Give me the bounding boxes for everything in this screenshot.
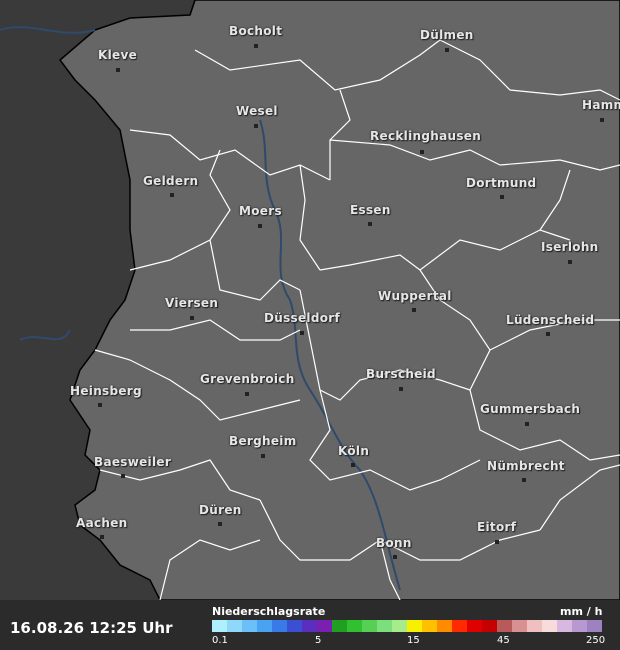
legend-swatch xyxy=(227,620,242,632)
city-marker xyxy=(190,316,194,320)
city-label: Grevenbroich xyxy=(200,372,295,386)
legend-title: Niederschlagsrate xyxy=(212,605,326,618)
legend-swatch xyxy=(317,620,332,632)
legend-swatch xyxy=(332,620,347,632)
city-label: Aachen xyxy=(76,516,128,530)
legend-swatch xyxy=(557,620,572,632)
legend-swatch xyxy=(347,620,362,632)
city-label: Heinsberg xyxy=(70,384,142,398)
legend-swatch xyxy=(392,620,407,632)
legend-swatch xyxy=(542,620,557,632)
city-label: Düsseldorf xyxy=(264,311,341,325)
city-label: Geldern xyxy=(143,174,199,188)
city-label: Recklinghausen xyxy=(370,129,482,143)
legend-swatch xyxy=(422,620,437,632)
city-label: Wesel xyxy=(236,104,278,118)
legend-swatch xyxy=(302,620,317,632)
city-label: Moers xyxy=(239,204,282,218)
city-marker xyxy=(218,522,222,526)
city-marker xyxy=(98,403,102,407)
legend-unit: mm / h xyxy=(560,605,603,618)
legend-swatch xyxy=(287,620,302,632)
city-marker xyxy=(116,68,120,72)
city-marker xyxy=(568,260,572,264)
city-marker xyxy=(412,308,416,312)
city-label: Wuppertal xyxy=(378,289,452,303)
legend-swatch xyxy=(482,620,497,632)
legend-tick-45: 45 xyxy=(497,635,510,646)
city-marker xyxy=(258,224,262,228)
city-marker xyxy=(500,195,504,199)
city-marker xyxy=(261,454,265,458)
legend-swatch xyxy=(527,620,542,632)
legend-swatch xyxy=(497,620,512,632)
city-marker xyxy=(495,540,499,544)
legend-swatch xyxy=(242,620,257,632)
legend-swatch xyxy=(437,620,452,632)
city-label: Viersen xyxy=(165,296,219,310)
legend-tick-250: 250 xyxy=(586,635,606,646)
city-label: Eitorf xyxy=(477,520,517,534)
city-marker xyxy=(420,150,424,154)
city-label: Kleve xyxy=(98,48,138,62)
city-marker xyxy=(121,474,125,478)
city-marker xyxy=(600,118,604,122)
timestamp: 16.08.26 12:25 Uhr xyxy=(10,619,173,637)
city-label: Burscheid xyxy=(366,367,436,381)
city-label: Bergheim xyxy=(229,434,297,448)
city-marker xyxy=(546,332,550,336)
city-label: Dortmund xyxy=(466,176,537,190)
legend-swatch xyxy=(572,620,587,632)
legend-swatch xyxy=(377,620,392,632)
city-marker xyxy=(170,193,174,197)
city-label: Bocholt xyxy=(229,24,283,38)
city-label: Nümbrecht xyxy=(487,459,565,473)
legend-swatch xyxy=(257,620,272,632)
legend-swatch xyxy=(512,620,527,632)
legend-swatch xyxy=(212,620,227,632)
city-label: Gummersbach xyxy=(480,402,581,416)
legend-color-scale xyxy=(212,620,602,632)
city-marker xyxy=(300,331,304,335)
city-marker xyxy=(254,44,258,48)
city-marker xyxy=(445,48,449,52)
city-marker xyxy=(254,124,258,128)
legend-swatch xyxy=(362,620,377,632)
city-marker xyxy=(245,392,249,396)
legend-swatch xyxy=(272,620,287,632)
city-label: Bonn xyxy=(376,536,412,550)
legend-tick-5: 5 xyxy=(315,635,322,646)
city-marker xyxy=(522,478,526,482)
city-marker xyxy=(368,222,372,226)
city-label: Essen xyxy=(350,203,391,217)
legend-swatch xyxy=(467,620,482,632)
city-marker xyxy=(525,422,529,426)
city-label: Dülmen xyxy=(420,28,474,42)
legend-swatch xyxy=(407,620,422,632)
legend-tick-15: 15 xyxy=(407,635,420,646)
city-label: Iserlohn xyxy=(541,240,599,254)
city-label: Lüdenscheid xyxy=(506,313,595,327)
legend-tick-0-1: 0.1 xyxy=(212,635,228,646)
city-marker xyxy=(393,555,397,559)
city-marker xyxy=(399,387,403,391)
city-marker xyxy=(351,463,355,467)
city-marker xyxy=(100,535,104,539)
city-label: Baesweiler xyxy=(94,455,172,469)
city-label: Hamm xyxy=(582,98,620,112)
legend-swatch xyxy=(452,620,467,632)
legend-swatch xyxy=(587,620,602,632)
city-label: Düren xyxy=(199,503,242,517)
city-label: Köln xyxy=(338,444,370,458)
